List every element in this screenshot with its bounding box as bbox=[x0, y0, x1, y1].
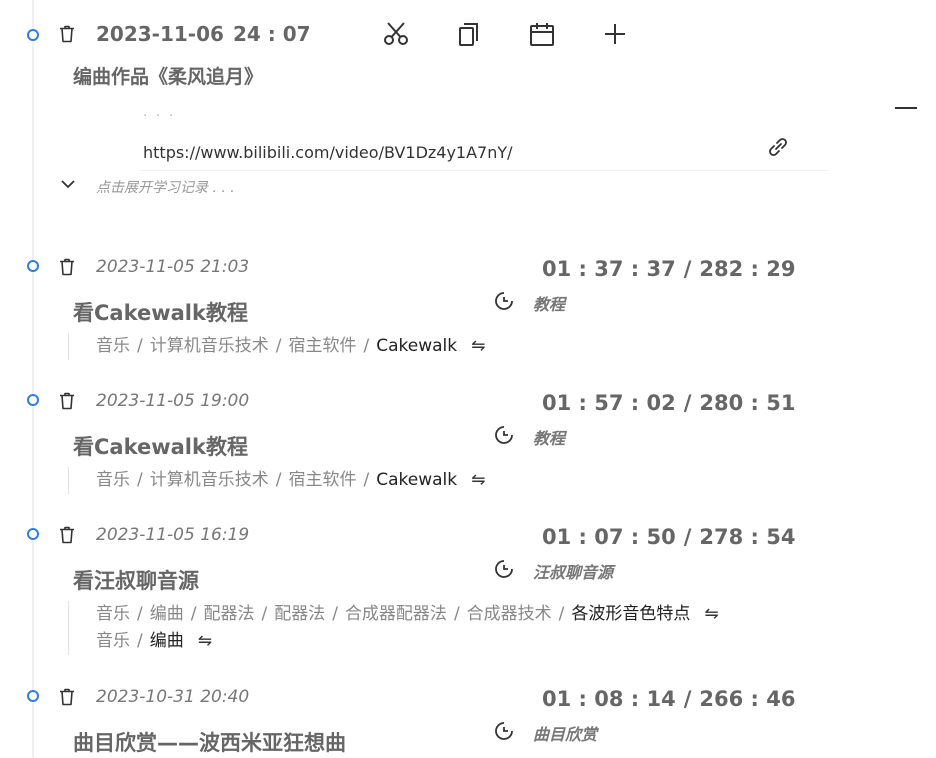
swap-icon[interactable]: ⇋ bbox=[471, 336, 485, 356]
clock-icon bbox=[495, 722, 513, 740]
trash-icon[interactable] bbox=[59, 688, 75, 706]
tag[interactable]: 编曲 bbox=[150, 604, 184, 624]
tag-row: 音乐 / 计算机音乐技术 / 宿主软件 / Cakewalk ⇋ bbox=[96, 467, 485, 494]
entry-category: 教程 bbox=[533, 429, 566, 448]
timeline-dot bbox=[27, 394, 39, 406]
entry-title: 看Cakewalk教程 bbox=[73, 435, 248, 459]
entry-timer: 01 : 57 : 02 / 280 : 51 bbox=[542, 391, 795, 415]
tag-separator: / bbox=[137, 470, 143, 490]
tag-separator: / bbox=[363, 470, 370, 490]
entry-datetime: 2023-11-05 16:19 bbox=[96, 525, 250, 545]
tag[interactable]: 宿主软件 bbox=[288, 336, 356, 356]
tag-row: 音乐 / 编曲 ⇋ bbox=[96, 628, 719, 655]
timeline-dot bbox=[27, 528, 39, 540]
timer-total: 282 : 29 bbox=[699, 257, 796, 281]
tag-separator: / bbox=[275, 470, 282, 490]
clock-icon bbox=[495, 560, 513, 578]
tag-row: 音乐 / 编曲 / 配器法 / 配器法 / 合成器配器法 / 合成器技术 / 各波形音色特点 ⇋ bbox=[96, 601, 719, 628]
clock-icon bbox=[495, 292, 513, 310]
trash-icon[interactable] bbox=[59, 392, 75, 410]
timer-elapsed: 01 : 57 : 02 bbox=[542, 391, 676, 415]
tag[interactable]: 计算机音乐技术 bbox=[150, 470, 269, 490]
scissors-icon[interactable] bbox=[382, 20, 410, 48]
trash-icon[interactable] bbox=[59, 258, 75, 276]
chevron-down-icon[interactable] bbox=[60, 177, 76, 191]
tag[interactable]: 配器法 bbox=[203, 604, 254, 624]
entry-timer: 01 : 07 : 50 / 278 : 54 bbox=[542, 525, 795, 549]
tag-separator: / bbox=[190, 604, 197, 624]
entry-timer: 01 : 08 : 14 / 266 : 46 bbox=[542, 687, 795, 711]
tag[interactable]: 合成器配器法 bbox=[345, 604, 447, 624]
timeline-line bbox=[32, 0, 34, 758]
entry-category: 教程 bbox=[533, 295, 566, 314]
entry-datetime: 2023-11-05 19:00 bbox=[96, 391, 250, 411]
timer-total: 266 : 46 bbox=[699, 687, 796, 711]
entry-title: 编曲作品《柔风追月》 bbox=[73, 66, 264, 88]
tag[interactable]: 音乐 bbox=[96, 604, 130, 624]
timer-elapsed: 01 : 08 : 14 bbox=[542, 687, 676, 711]
entry-datetime: 2023-10-31 20:40 bbox=[96, 687, 250, 707]
tag-list: 音乐 / 编曲 / 配器法 / 配器法 / 合成器配器法 / 合成器技术 / 各波形音色特点 ⇋ 音乐 / 编… bbox=[68, 601, 719, 655]
copy-icon[interactable] bbox=[455, 20, 483, 48]
timeline-dot bbox=[27, 260, 39, 272]
ellipsis-text: · · · bbox=[143, 108, 176, 124]
tag-list: 音乐 / 计算机音乐技术 / 宿主软件 / Cakewalk ⇋ bbox=[68, 333, 485, 360]
entry-category: 曲目欣赏 bbox=[533, 725, 598, 744]
tag-separator: / bbox=[137, 336, 143, 356]
expand-hint[interactable]: 点击展开学习记录 . . . bbox=[96, 177, 235, 197]
tag[interactable]: 合成器技术 bbox=[467, 604, 552, 624]
timeline-dot bbox=[27, 29, 39, 41]
tag-row: 音乐 / 计算机音乐技术 / 宿主软件 / Cakewalk ⇋ bbox=[96, 333, 485, 360]
timer-total: 278 : 54 bbox=[699, 525, 796, 549]
tag[interactable]: 编曲 bbox=[150, 631, 184, 651]
minus-icon[interactable] bbox=[893, 94, 921, 122]
clock-icon bbox=[495, 426, 513, 444]
timer-total: 280 : 51 bbox=[699, 391, 796, 415]
tag[interactable]: 音乐 bbox=[96, 631, 130, 651]
tag[interactable]: 配器法 bbox=[274, 604, 325, 624]
tag[interactable]: 计算机音乐技术 bbox=[150, 336, 269, 356]
entry-date: 2023-11-06 bbox=[96, 22, 224, 46]
timer-elapsed: 01 : 37 : 37 bbox=[542, 257, 676, 281]
tag-separator: / bbox=[558, 604, 565, 624]
tag[interactable]: 宿主软件 bbox=[288, 470, 356, 490]
tag-separator: / bbox=[137, 631, 143, 651]
tag[interactable]: 音乐 bbox=[96, 470, 130, 490]
url-text[interactable]: https://www.bilibili.com/video/BV1Dz4y1A… bbox=[143, 143, 513, 162]
swap-icon[interactable]: ⇋ bbox=[198, 631, 212, 651]
tag[interactable]: Cakewalk bbox=[376, 470, 457, 490]
entry-timer: 01 : 37 : 37 / 282 : 29 bbox=[542, 257, 795, 281]
entry-time: 24 : 07 bbox=[233, 22, 311, 46]
tag[interactable]: 音乐 bbox=[96, 336, 130, 356]
tag-separator: / bbox=[332, 604, 338, 624]
timer-elapsed: 01 : 07 : 50 bbox=[542, 525, 676, 549]
tag-separator: / bbox=[363, 336, 370, 356]
tag-separator: / bbox=[137, 604, 143, 624]
entry-title: 看汪叔聊音源 bbox=[73, 569, 199, 593]
divider bbox=[140, 170, 828, 171]
trash-icon[interactable] bbox=[59, 526, 75, 544]
timer-separator: / bbox=[683, 257, 692, 281]
link-icon[interactable] bbox=[764, 133, 792, 161]
swap-icon[interactable]: ⇋ bbox=[471, 470, 485, 490]
timeline-dot bbox=[27, 690, 39, 702]
entry-category: 汪叔聊音源 bbox=[533, 563, 614, 582]
tag-separator: / bbox=[275, 336, 282, 356]
timer-separator: / bbox=[683, 687, 692, 711]
calendar-icon[interactable] bbox=[528, 20, 556, 48]
timer-separator: / bbox=[683, 391, 692, 415]
plus-icon[interactable] bbox=[601, 20, 629, 48]
entry-datetime: 2023-11-05 21:03 bbox=[96, 257, 250, 277]
tag[interactable]: 各波形音色特点 bbox=[571, 604, 690, 624]
trash-icon[interactable] bbox=[59, 25, 75, 43]
entry-title: 看Cakewalk教程 bbox=[73, 301, 248, 325]
tag-list: 音乐 / 计算机音乐技术 / 宿主软件 / Cakewalk ⇋ bbox=[68, 467, 485, 494]
entry-title: 曲目欣赏——波西米亚狂想曲 bbox=[73, 731, 346, 755]
swap-icon[interactable]: ⇋ bbox=[704, 604, 718, 624]
tag-separator: / bbox=[453, 604, 460, 624]
tag[interactable]: Cakewalk bbox=[376, 336, 457, 356]
timer-separator: / bbox=[683, 525, 692, 549]
tag-separator: / bbox=[261, 604, 268, 624]
